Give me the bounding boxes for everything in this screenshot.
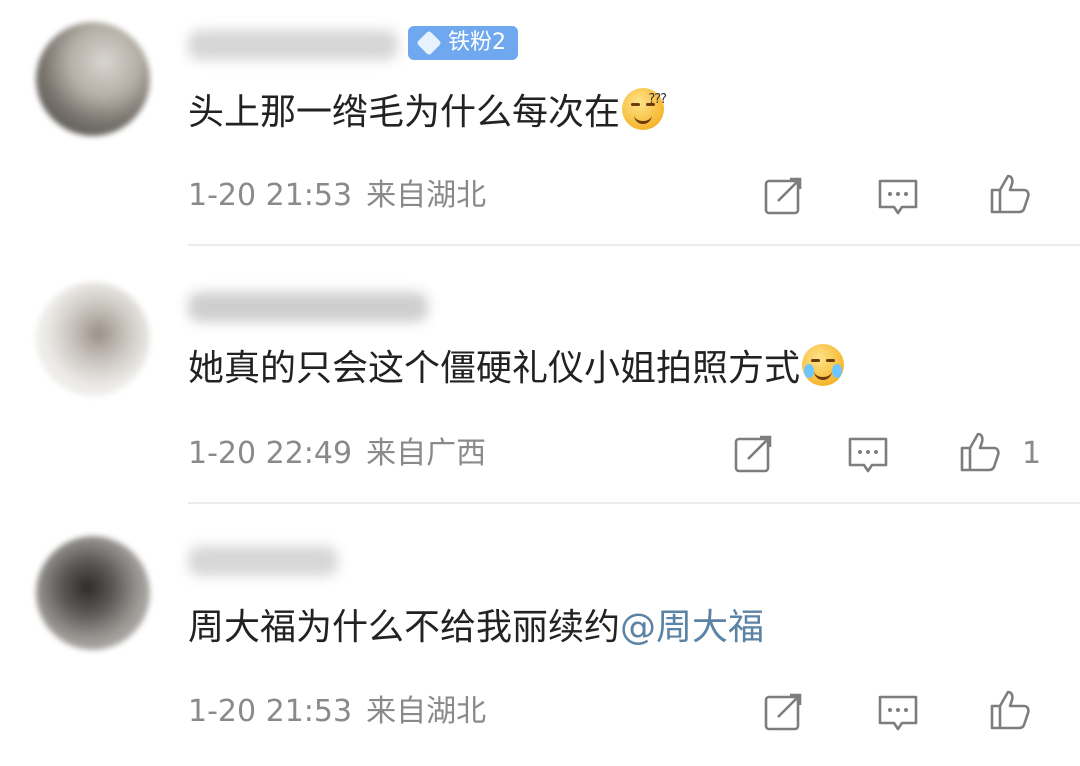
laughing-crying-emoji [802,344,845,386]
location: 来自湖北 [366,178,487,213]
comment-text-content: 她真的只会这个僵硬礼仪小姐拍照方式 [188,348,801,389]
comment-meta: 1-20 22:49 来自广西 [188,434,486,474]
like-button[interactable] [988,172,1032,216]
reply-button[interactable] [876,175,920,219]
thumbs-up-icon [960,432,1000,472]
comment-item: 她真的只会这个僵硬礼仪小姐拍照方式 1-20 22:49 来自广西 1 [0,246,1080,504]
timestamp: 1-20 21:53 [188,178,353,213]
username-blurred[interactable] [188,292,428,322]
location: 来自广西 [366,436,487,471]
comment-item: 铁粉2 头上那一绺毛为什么每次在??? 1-20 21:53 来自湖北 [0,0,1080,246]
comment-meta: 1-20 21:53 来自湖北 [188,692,486,732]
comment-icon [848,437,888,473]
reply-button[interactable] [876,691,920,735]
thinking-face-emoji: ??? [622,88,667,130]
comment-icon [878,695,918,731]
share-icon [764,693,802,731]
comment-text-content: 头上那一绺毛为什么每次在 [188,92,621,133]
thumbs-up-icon [990,174,1030,214]
comment-text: 周大福为什么不给我丽续约@周大福 [188,604,764,652]
username-blurred[interactable] [188,546,338,576]
reply-button[interactable] [846,433,890,477]
share-button[interactable] [762,691,806,735]
avatar[interactable] [36,282,150,396]
comment-text: 头上那一绺毛为什么每次在??? [188,88,667,137]
like-button[interactable] [958,430,1002,474]
location: 来自湖北 [366,694,487,729]
fan-badge[interactable]: 铁粉2 [408,26,518,60]
comment-item: 周大福为什么不给我丽续约@周大福 1-20 21:53 来自湖北 [0,504,1080,766]
mention-link[interactable]: @周大福 [620,607,764,648]
share-icon [734,435,772,473]
username-blurred[interactable] [188,30,398,60]
comment-icon [878,179,918,215]
diamond-icon [416,30,442,56]
share-button[interactable] [732,433,776,477]
comment-text: 她真的只会这个僵硬礼仪小姐拍照方式 [188,344,845,393]
fan-badge-label: 铁粉2 [448,30,506,55]
comment-text-content: 周大福为什么不给我丽续约 [188,607,621,648]
comment-meta: 1-20 21:53 来自湖北 [188,176,486,216]
timestamp: 1-20 21:53 [188,694,353,729]
timestamp: 1-20 22:49 [188,436,353,471]
share-icon [764,177,802,215]
thumbs-up-icon [990,690,1030,730]
share-button[interactable] [762,175,806,219]
like-count: 1 [1022,436,1042,471]
avatar[interactable] [36,536,150,650]
avatar[interactable] [36,22,150,136]
like-button[interactable] [988,688,1032,732]
